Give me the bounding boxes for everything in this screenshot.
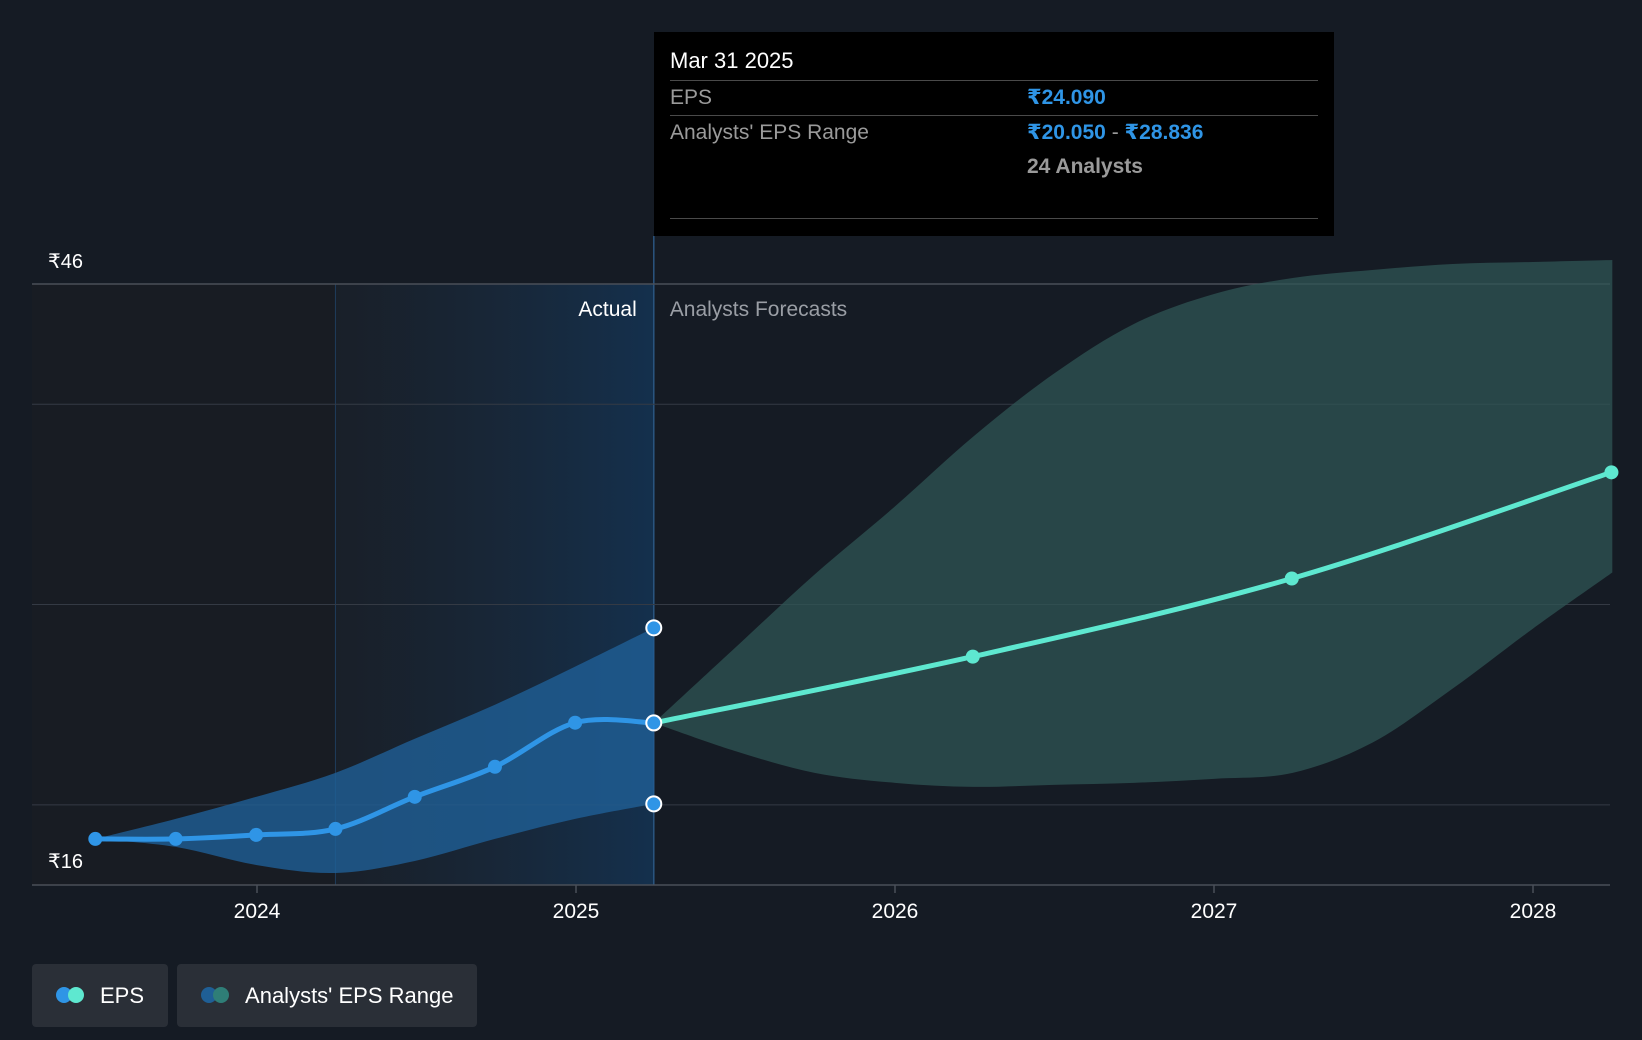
y-axis-max-label: ₹46: [48, 251, 83, 273]
tooltip-analysts-count: 24 Analysts: [1027, 155, 1143, 178]
x-tick-label: 2026: [872, 900, 919, 923]
tooltip-eps-row: EPS ₹24.090: [670, 81, 1318, 116]
eps-actual-point: [249, 827, 264, 842]
legend-label-eps: EPS: [100, 982, 145, 1008]
tooltip-highlight-point: [645, 619, 663, 637]
x-tick-label: 2027: [1191, 900, 1238, 923]
eps-forecast-point: [1604, 465, 1619, 480]
tooltip-range-high: ₹28.836: [1124, 121, 1204, 144]
eps-legend-icon: [56, 986, 86, 1005]
eps-actual-point: [487, 759, 502, 774]
tooltip-range-label: Analysts' EPS Range: [670, 121, 869, 144]
eps-forecast-point: [965, 649, 980, 664]
legend-item-eps[interactable]: EPS: [32, 964, 169, 1027]
eps-actual-point: [407, 789, 422, 804]
eps-actual-point: [568, 715, 583, 730]
tooltip-highlight-point: [645, 795, 663, 813]
x-tick-label: 2024: [234, 900, 281, 923]
eps-actual-point: [88, 831, 103, 846]
tooltip-range-values: ₹20.050 - ₹28.836: [1027, 116, 1203, 150]
tooltip-range-low: ₹20.050: [1027, 121, 1106, 144]
legend-label-eps-range: Analysts' EPS Range: [245, 982, 454, 1008]
eps-range-legend-icon: [201, 986, 231, 1005]
tooltip: Mar 31 2025 EPS ₹24.090 Analysts' EPS Ra…: [654, 32, 1334, 236]
forecast-region-label: Analysts Forecasts: [670, 298, 847, 321]
legend-item-eps-range[interactable]: Analysts' EPS Range: [177, 964, 478, 1027]
eps-actual-point: [168, 831, 183, 846]
tooltip-analysts-row: 24 Analysts: [670, 150, 1318, 184]
tooltip-date: Mar 31 2025: [670, 46, 1318, 81]
x-tick-label: 2028: [1510, 900, 1557, 923]
tooltip-highlight-point: [645, 714, 663, 732]
tooltip-divider: [670, 218, 1318, 219]
eps-forecast-point: [1284, 571, 1299, 586]
tooltip-range-row: Analysts' EPS Range ₹20.050 - ₹28.836: [670, 116, 1318, 150]
tooltip-eps-value: ₹24.090: [1027, 86, 1106, 109]
legend: EPS Analysts' EPS Range: [32, 964, 478, 1027]
eps-actual-point: [328, 821, 343, 836]
x-tick-label: 2025: [553, 900, 600, 923]
tooltip-range-separator: -: [1111, 121, 1119, 144]
actual-region-label: Actual: [578, 298, 636, 321]
y-axis-min-label: ₹16: [48, 851, 83, 873]
tooltip-eps-label: EPS: [670, 86, 713, 109]
